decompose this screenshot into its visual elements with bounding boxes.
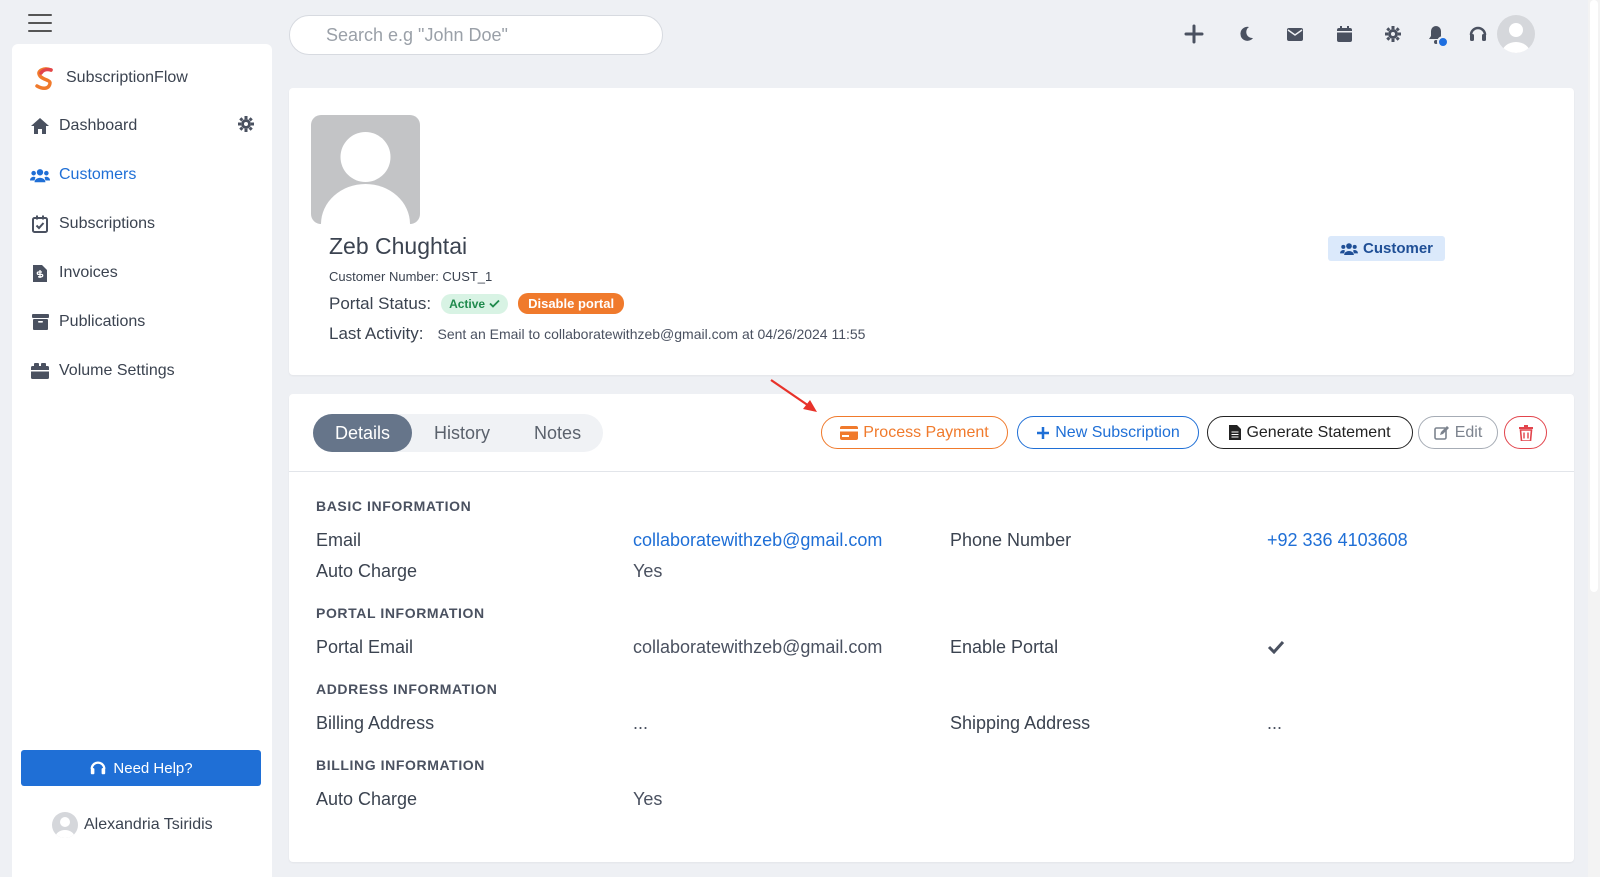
trash-icon (1518, 424, 1533, 441)
portal-email-value: collaboratewithzeb@gmail.com (633, 637, 883, 657)
sidebar-item-customers[interactable]: Customers (30, 158, 254, 192)
bell-icon[interactable] (1416, 14, 1456, 54)
sidebar-item-label: Publications (59, 313, 146, 330)
sidebar-item-label: Customers (59, 166, 137, 183)
sidebar-item-label: Dashboard (59, 117, 138, 134)
enable-portal-label: Enable Portal (950, 637, 1059, 657)
document-icon (1229, 425, 1242, 440)
section-basic-information: BASIC INFORMATION (316, 498, 472, 514)
brand-name: SubscriptionFlow (66, 69, 188, 86)
sidebar-item-invoices[interactable]: Invoices (30, 256, 254, 290)
process-payment-button[interactable]: Process Payment (821, 416, 1008, 449)
profile-avatar (311, 115, 420, 224)
headset-icon (89, 759, 107, 777)
credit-card-icon (840, 425, 859, 440)
edit-icon (1433, 426, 1449, 440)
sidebar-user-name: Alexandria Tsiridis (84, 816, 213, 833)
scrollbar-thumb[interactable] (1590, 0, 1598, 592)
users-icon (30, 165, 50, 185)
calendar-check-icon (30, 214, 50, 234)
generate-statement-button[interactable]: Generate Statement (1207, 416, 1413, 449)
notification-dot (1437, 36, 1449, 48)
mail-icon[interactable] (1275, 14, 1315, 54)
customer-number: Customer Number: CUST_1 (329, 269, 493, 284)
brand[interactable]: SubscriptionFlow (32, 66, 188, 90)
search-input[interactable] (289, 15, 663, 55)
sidebar-item-label: Subscriptions (59, 215, 156, 232)
plus-icon (1037, 426, 1050, 439)
disable-portal-button[interactable]: Disable portal (518, 293, 625, 314)
subscriptionflow-logo-icon (35, 67, 53, 90)
customer-name: Zeb Chughtai (329, 233, 468, 259)
tab-history[interactable]: History (412, 414, 512, 452)
scrollbar[interactable] (1588, 0, 1600, 877)
sidebar: SubscriptionFlow Dashboard Customers Sub… (12, 44, 272, 877)
portal-email-label: Portal Email (316, 637, 414, 657)
auto-charge-value: Yes (633, 561, 663, 581)
last-activity-label: Last Activity: (329, 324, 424, 343)
sidebar-item-publications[interactable]: Publications (30, 305, 254, 339)
need-help-label: Need Help? (113, 759, 193, 777)
check-icon (1267, 640, 1285, 654)
edit-button[interactable]: Edit (1418, 416, 1498, 449)
tabs: Details History Notes (313, 414, 604, 452)
menu-toggle-icon[interactable] (28, 14, 52, 32)
status-badge: Active (441, 293, 509, 314)
sidebar-item-subscriptions[interactable]: Subscriptions (30, 207, 254, 241)
delete-button[interactable] (1504, 416, 1547, 449)
portal-status-label: Portal Status: (329, 293, 432, 313)
auto-charge-label: Auto Charge (316, 561, 418, 581)
home-icon (30, 116, 50, 136)
annotation-arrow-icon (770, 379, 817, 412)
profile-card: Zeb Chughtai Customer Number: CUST_1 Por… (289, 88, 1574, 375)
portal-status-row: Portal Status: Active Disable portal (329, 293, 625, 314)
phone-label: Phone Number (950, 530, 1072, 550)
shipping-address-value: ... (1267, 713, 1283, 733)
billing-auto-charge-label: Auto Charge (316, 789, 418, 809)
billing-address-value: ... (633, 713, 649, 733)
section-portal-information: PORTAL INFORMATION (316, 605, 485, 621)
headset-icon[interactable] (1458, 14, 1498, 54)
archive-icon (30, 312, 50, 332)
need-help-button[interactable]: Need Help? (21, 750, 261, 786)
last-activity-row: Last Activity: Sent an Email to collabor… (329, 324, 865, 344)
invoice-icon (30, 263, 50, 283)
sidebar-item-volume-settings[interactable]: Volume Settings (30, 354, 254, 388)
dashboard-settings-icon[interactable] (238, 116, 254, 132)
calendar-icon[interactable] (1324, 14, 1364, 54)
customer-role-badge: Customer (1328, 236, 1446, 261)
phone-value[interactable]: +92 336 4103608 (1267, 530, 1408, 551)
sidebar-user[interactable]: Alexandria Tsiridis (52, 812, 213, 838)
users-icon (1340, 243, 1358, 255)
avatar (52, 812, 78, 838)
billing-address-label: Billing Address (316, 713, 435, 733)
check-icon (489, 299, 500, 308)
boxes-icon (30, 361, 50, 381)
settings-icon[interactable] (1373, 14, 1413, 54)
details-card: Details History Notes Process Payment Ne… (289, 379, 1574, 862)
tab-notes[interactable]: Notes (512, 414, 603, 452)
billing-auto-charge-value: Yes (633, 789, 663, 809)
section-billing-information: BILLING INFORMATION (316, 757, 486, 773)
last-activity-value: Sent an Email to collaboratewithzeb@gmai… (437, 326, 866, 342)
shipping-address-label: Shipping Address (950, 713, 1091, 733)
new-subscription-button[interactable]: New Subscription (1017, 416, 1199, 449)
sidebar-item-dashboard[interactable]: Dashboard (30, 109, 254, 143)
section-address-information: ADDRESS INFORMATION (316, 681, 498, 697)
sidebar-item-label: Invoices (59, 264, 118, 281)
divider (289, 471, 1574, 472)
moon-icon[interactable] (1226, 14, 1266, 54)
sidebar-item-label: Volume Settings (59, 362, 175, 379)
plus-icon[interactable] (1174, 14, 1214, 54)
email-value[interactable]: collaboratewithzeb@gmail.com (633, 530, 882, 551)
user-avatar[interactable] (1496, 14, 1536, 54)
email-label: Email (316, 530, 362, 550)
tab-details[interactable]: Details (313, 414, 413, 452)
